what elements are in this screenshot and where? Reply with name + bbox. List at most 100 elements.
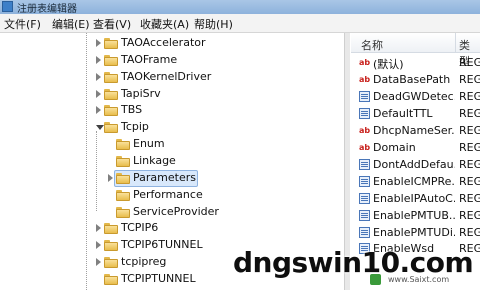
- value-type: REG: [459, 72, 480, 86]
- folder-icon: [116, 189, 130, 201]
- tree-node-label: TAOFrame: [121, 52, 178, 66]
- menu-edit[interactable]: 编辑(E): [52, 16, 90, 32]
- value-type: REG: [459, 56, 480, 69]
- value-type: REG: [459, 208, 480, 222]
- tree-node-label: TCPIPTUNNEL: [121, 271, 196, 285]
- value-row[interactable]: ab (默认) REG: [351, 55, 480, 72]
- watermark-subtext: www.Saixt.com: [388, 275, 450, 284]
- tree-node-label: Parameters: [133, 170, 196, 184]
- binary-value-icon: [359, 192, 370, 204]
- value-row[interactable]: DefaultTTL REG: [351, 106, 480, 123]
- value-row[interactable]: EnablePMTUDi... REG: [351, 225, 480, 242]
- value-row[interactable]: EnableIPAutoC... REG: [351, 191, 480, 208]
- string-value-icon: ab: [359, 58, 371, 67]
- tree-node-label: TBS: [121, 103, 143, 117]
- folder-icon: [104, 54, 118, 66]
- value-name: DhcpNameSer...: [373, 123, 455, 137]
- collapsed-arrow-icon[interactable]: [108, 173, 113, 182]
- value-name: (默认): [373, 58, 404, 71]
- value-name: Domain: [373, 140, 416, 154]
- value-name: EnableIPAutoC...: [373, 191, 455, 205]
- value-type: REG: [459, 191, 480, 205]
- value-name: EnablePMTUDi...: [373, 225, 455, 239]
- collapsed-arrow-icon[interactable]: [96, 258, 101, 267]
- folder-icon: [104, 223, 118, 235]
- tree-node-label: Performance: [133, 187, 203, 201]
- value-name: EnableICMPRe...: [373, 174, 455, 188]
- collapsed-arrow-icon[interactable]: [96, 39, 101, 47]
- column-header-name[interactable]: 名称: [361, 37, 383, 53]
- value-row[interactable]: ab Domain REG: [351, 140, 480, 157]
- collapsed-arrow-icon[interactable]: [96, 241, 101, 250]
- menu-help[interactable]: 帮助(H): [194, 16, 233, 32]
- collapsed-arrow-icon[interactable]: [96, 55, 101, 64]
- value-row[interactable]: ab DataBasePath REG: [351, 72, 480, 89]
- title-bar: 注册表编辑器: [0, 0, 480, 14]
- value-name: EnablePMTUB...: [373, 208, 455, 222]
- value-type: REG: [459, 140, 480, 154]
- folder-icon: [116, 139, 130, 151]
- folder-icon: [104, 88, 118, 100]
- menu-file[interactable]: 文件(F): [4, 16, 41, 32]
- value-row[interactable]: EnablePMTUB... REG: [351, 208, 480, 225]
- tree-node[interactable]: Performance: [0, 187, 344, 204]
- value-name: DontAddDefau...: [373, 157, 455, 171]
- value-name: DefaultTTL: [373, 106, 433, 120]
- expanded-arrow-icon[interactable]: [96, 125, 104, 131]
- tree-node[interactable]: Linkage: [0, 153, 344, 170]
- folder-icon: [104, 105, 118, 117]
- tree-node[interactable]: TAOAccelerator: [0, 35, 344, 52]
- binary-value-icon: [359, 175, 370, 187]
- value-type: REG: [459, 106, 480, 120]
- tree-node-label: ServiceProvider: [133, 204, 219, 218]
- binary-value-icon: [359, 90, 370, 102]
- tree-node-label: TAOKernelDriver: [121, 69, 212, 83]
- value-type: REG: [459, 89, 480, 103]
- tree-node[interactable]: TCPIP6: [0, 220, 344, 237]
- binary-value-icon: [359, 226, 370, 238]
- tree-node[interactable]: TBS: [0, 102, 344, 119]
- tree-node-label: Tcpip: [121, 120, 149, 134]
- value-type: REG: [459, 174, 480, 188]
- window-title: 注册表编辑器: [17, 4, 77, 14]
- tree-node[interactable]: TAOFrame: [0, 52, 344, 69]
- menu-favorites[interactable]: 收藏夹(A): [140, 16, 189, 32]
- value-row[interactable]: EnableICMPRe... REG: [351, 174, 480, 191]
- menu-view[interactable]: 查看(V): [93, 16, 131, 32]
- tree-node[interactable]: Tcpip: [0, 119, 344, 136]
- folder-icon: [104, 240, 118, 252]
- folder-icon: [104, 71, 118, 83]
- value-row[interactable]: ab DhcpNameSer... REG: [351, 123, 480, 140]
- folder-icon: [116, 172, 130, 184]
- tree-node-label: Linkage: [133, 153, 176, 167]
- collapsed-arrow-icon[interactable]: [96, 106, 101, 115]
- collapsed-arrow-icon[interactable]: [96, 224, 101, 233]
- tree-node-label: tcpipreg: [121, 255, 167, 269]
- tree-node[interactable]: TAOKernelDriver: [0, 69, 344, 86]
- value-row[interactable]: DontAddDefau... REG: [351, 157, 480, 174]
- folder-icon: [104, 122, 118, 134]
- value-row[interactable]: DeadGWDetec... REG: [351, 89, 480, 106]
- folder-icon: [116, 155, 130, 167]
- tree-node[interactable]: ServiceProvider: [0, 204, 344, 221]
- regedit-app-icon: [2, 1, 13, 12]
- string-value-icon: ab: [359, 125, 371, 135]
- tree-node-label: TAOAccelerator: [121, 36, 206, 49]
- collapsed-arrow-icon[interactable]: [96, 89, 101, 98]
- value-type: REG: [459, 157, 480, 171]
- binary-value-icon: [359, 158, 370, 170]
- folder-icon: [104, 38, 118, 49]
- tree-node[interactable]: TapiSrv: [0, 86, 344, 103]
- watermark-logo-icon: [370, 274, 381, 285]
- tree-node[interactable]: Parameters: [0, 169, 344, 187]
- value-type: REG: [459, 123, 480, 137]
- string-value-icon: ab: [359, 142, 371, 152]
- tree-node-label: Enum: [133, 137, 165, 151]
- binary-value-icon: [359, 107, 370, 119]
- tree-node[interactable]: Enum: [0, 136, 344, 153]
- folder-icon: [104, 273, 118, 285]
- column-separator[interactable]: [455, 33, 456, 53]
- string-value-icon: ab: [359, 74, 371, 84]
- collapsed-arrow-icon[interactable]: [96, 72, 101, 81]
- folder-icon: [104, 257, 118, 269]
